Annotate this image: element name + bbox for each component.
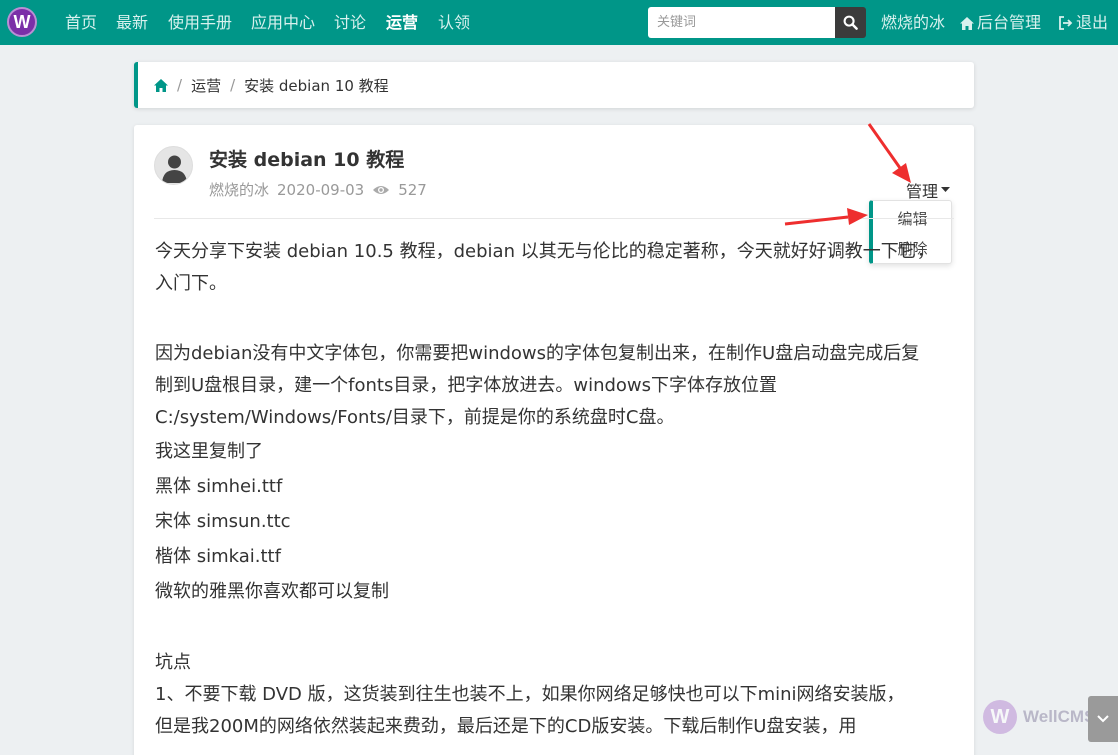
- paragraph: 坑点: [155, 652, 191, 673]
- top-navbar: W 首页 最新 使用手册 应用中心 讨论 运营 认领 燃烧的冰 后台管理 退出: [0, 0, 1118, 45]
- divider: [154, 218, 954, 219]
- paragraph: 1、不要下载 DVD 版，这货装到往生也装不上，如果你网络足够快也可以下mini…: [155, 684, 905, 705]
- breadcrumb-separator: /: [230, 76, 236, 94]
- post-views: 527: [398, 180, 427, 199]
- breadcrumb: / 运营 / 安装 debian 10 教程: [134, 62, 974, 108]
- site-logo[interactable]: W: [7, 7, 37, 37]
- chevron-down-icon: [1097, 715, 1109, 723]
- nav-item-app-center[interactable]: 应用中心: [251, 13, 315, 33]
- logout-link[interactable]: 退出: [1058, 13, 1108, 33]
- paragraph: 我这里复制了: [155, 441, 263, 462]
- wellcms-watermark: W WellCMS: [983, 700, 1095, 734]
- nav-item-latest[interactable]: 最新: [116, 13, 148, 33]
- paragraph: 微软的雅黑你喜欢都可以复制: [155, 581, 389, 602]
- search-input[interactable]: [648, 7, 836, 38]
- manage-dropdown-toggle[interactable]: 管理: [906, 178, 951, 202]
- breadcrumb-current[interactable]: 安装 debian 10 教程: [244, 75, 389, 96]
- logout-label: 退出: [1076, 13, 1109, 32]
- manage-label: 管理: [906, 182, 939, 201]
- admin-label: 后台管理: [977, 13, 1042, 32]
- nav-item-operations[interactable]: 运营: [386, 13, 418, 33]
- post-author[interactable]: 燃烧的冰: [209, 179, 269, 200]
- post-title: 安装 debian 10 教程: [209, 149, 405, 171]
- post-card: 安装 debian 10 教程 燃烧的冰 2020-09-03 527 管理 编…: [134, 125, 974, 755]
- caret-down-icon: [941, 187, 951, 192]
- paragraph: 制到U盘根目录，建一个fonts目录，把字体放进去。windows下字体存放位置: [155, 375, 778, 396]
- avatar[interactable]: [154, 146, 193, 185]
- user-silhouette-icon: [162, 155, 187, 183]
- paragraph: 因为debian没有中文字体包，你需要把windows的字体包复制出来，在制作U…: [155, 343, 920, 364]
- paragraph: 但是我200M的网络依然装起来费劲，最后还是下的CD版安装。下载后制作U盘安装，…: [155, 716, 857, 737]
- paragraph: 楷体 simkai.ttf: [155, 546, 281, 567]
- post-meta: 燃烧的冰 2020-09-03 527: [209, 179, 427, 200]
- eye-icon: [373, 185, 390, 194]
- user-name-link[interactable]: 燃烧的冰: [881, 13, 945, 33]
- scroll-toggle-button[interactable]: [1088, 696, 1118, 742]
- paragraph: 黑体 simhei.ttf: [155, 476, 283, 497]
- admin-link[interactable]: 后台管理: [960, 13, 1041, 33]
- home-icon: [960, 16, 974, 30]
- post-date: 2020-09-03: [277, 180, 365, 199]
- paragraph: C:/system/Windows/Fonts/目录下，前提是你的系统盘时C盘。: [155, 407, 675, 428]
- sign-out-icon: [1059, 16, 1073, 30]
- nav-item-discussion[interactable]: 讨论: [334, 13, 366, 33]
- nav-item-manual[interactable]: 使用手册: [168, 13, 232, 33]
- wellcms-text: WellCMS: [1023, 707, 1096, 726]
- paragraph: 宋体 simsun.ttc: [155, 511, 291, 532]
- breadcrumb-section[interactable]: 运营: [191, 75, 221, 96]
- search-button[interactable]: [835, 7, 866, 38]
- wellcms-logo: W: [983, 700, 1017, 734]
- breadcrumb-separator: /: [177, 76, 183, 94]
- paragraph: 入门下。: [155, 273, 227, 294]
- post-content: 今天分享下安装 debian 10.5 教程，debian 以其无与伦比的稳定著…: [155, 236, 955, 743]
- search-icon: [843, 15, 858, 30]
- home-icon[interactable]: [154, 78, 168, 92]
- paragraph: 今天分享下安装 debian 10.5 教程，debian 以其无与伦比的稳定著…: [155, 241, 935, 262]
- nav-item-home[interactable]: 首页: [65, 13, 97, 33]
- nav-item-claim[interactable]: 认领: [438, 13, 470, 33]
